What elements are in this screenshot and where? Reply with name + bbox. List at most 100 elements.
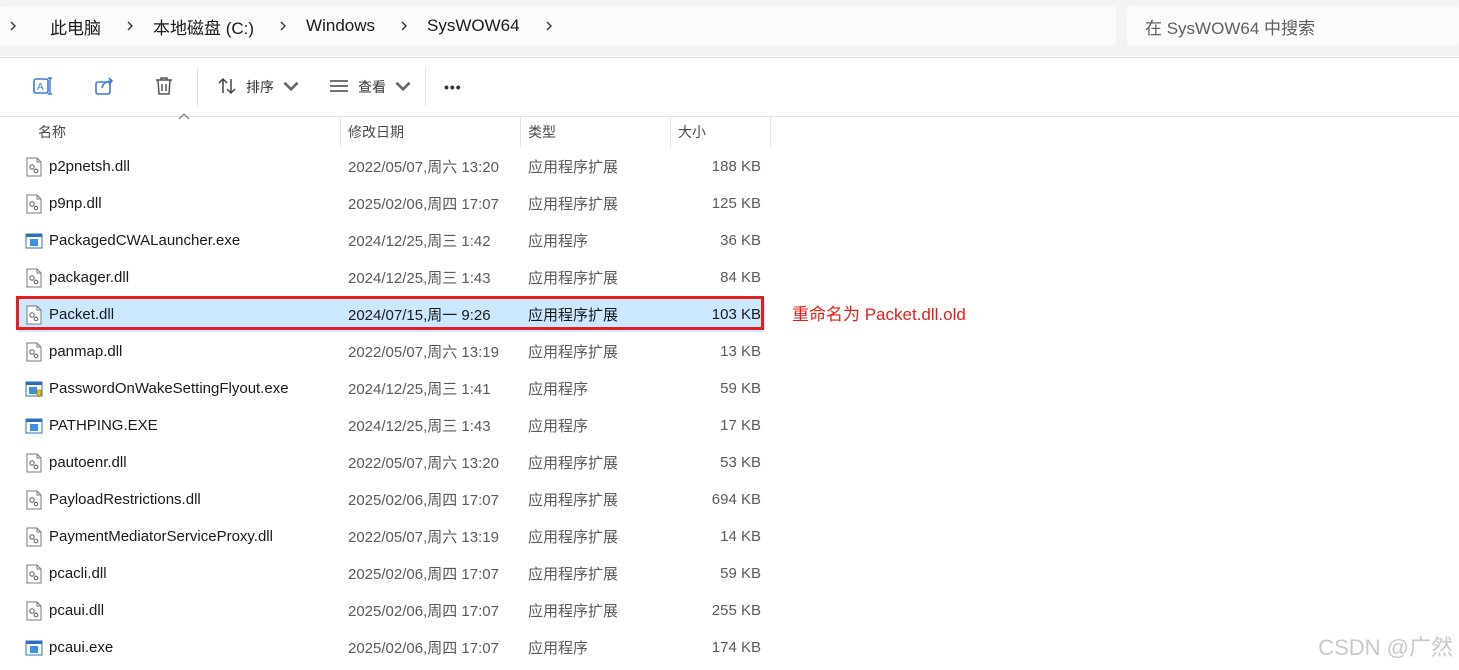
- file-name: pcaui.exe: [49, 639, 114, 656]
- file-size: 84 KB: [720, 269, 761, 286]
- exe-file-icon: [23, 223, 45, 258]
- file-size: 59 KB: [720, 380, 761, 397]
- dll-file-icon: [23, 149, 45, 184]
- file-type: 应用程序扩展: [528, 566, 619, 583]
- dll-file-icon: [23, 445, 45, 480]
- file-name: PaymentMediatorServiceProxy.dll: [49, 528, 273, 545]
- file-date: 2025/02/06,周四 17:07: [348, 492, 499, 509]
- file-size: 14 KB: [720, 528, 761, 545]
- file-name: PayloadRestrictions.dll: [49, 491, 201, 508]
- column-header-date[interactable]: 修改日期: [341, 116, 521, 148]
- view-label: 查看: [358, 79, 386, 95]
- file-row[interactable]: PayloadRestrictions.dll 2025/02/06,周四 17:…: [18, 482, 765, 517]
- file-size: 694 KB: [711, 491, 761, 508]
- file-size: 59 KB: [720, 565, 761, 582]
- file-size: 125 KB: [711, 195, 761, 212]
- file-name: PATHPING.EXE: [49, 417, 158, 434]
- file-date: 2024/12/25,周三 1:43: [348, 270, 491, 287]
- file-date: 2025/02/06,周四 17:07: [348, 196, 499, 213]
- breadcrumb-this-pc[interactable]: 此电脑: [40, 14, 117, 39]
- file-type: 应用程序扩展: [528, 455, 619, 472]
- file-type: 应用程序: [528, 418, 589, 435]
- file-size: 17 KB: [720, 417, 761, 434]
- highlight-box: [16, 296, 764, 330]
- more-ellipsis-icon: •••: [444, 79, 462, 95]
- delete-button[interactable]: [153, 71, 175, 103]
- sort-button[interactable]: 排序: [216, 71, 302, 103]
- file-row[interactable]: panmap.dll 2022/05/07,周六 13:19 应用程序扩展 13 KB: [18, 334, 765, 369]
- file-size: 13 KB: [720, 343, 761, 360]
- exe-file-icon: [23, 630, 45, 665]
- annotation-text: 重命名为 Packet.dll.old: [792, 305, 966, 324]
- file-type: 应用程序扩展: [528, 159, 619, 176]
- file-date: 2024/12/25,周三 1:41: [348, 381, 491, 398]
- file-row[interactable]: PATHPING.EXE 2024/12/25,周三 1:43 应用程序 17 KB: [18, 408, 765, 443]
- file-date: 2025/02/06,周四 17:07: [348, 566, 499, 583]
- file-size: 255 KB: [711, 602, 761, 619]
- rename-button[interactable]: A: [32, 71, 54, 103]
- file-date: 2024/12/25,周三 1:42: [348, 233, 491, 250]
- svg-text:A: A: [37, 82, 44, 93]
- dll-file-icon: [23, 482, 45, 517]
- file-date: 2022/05/07,周六 13:19: [348, 344, 499, 361]
- file-row[interactable]: p9np.dll 2025/02/06,周四 17:07 应用程序扩展 125 KB: [18, 186, 765, 221]
- file-row[interactable]: PaymentMediatorServiceProxy.dll 2022/05/0…: [18, 519, 765, 554]
- toolbar-divider: [197, 68, 198, 106]
- dll-file-icon: [23, 519, 45, 554]
- file-type: 应用程序扩展: [528, 344, 619, 361]
- file-row[interactable]: pautoenr.dll 2022/05/07,周六 13:20 应用程序扩展 53 …: [18, 445, 765, 480]
- file-type: 应用程序扩展: [528, 492, 619, 509]
- file-name: pautoenr.dll: [49, 454, 127, 471]
- view-button[interactable]: 查看: [328, 71, 414, 103]
- file-row[interactable]: pcaui.dll 2025/02/06,周四 17:07 应用程序扩展 255 KB: [18, 593, 765, 628]
- sort-label: 排序: [246, 79, 274, 95]
- more-options-button[interactable]: •••: [444, 71, 462, 103]
- file-name: packager.dll: [49, 269, 130, 286]
- file-type: 应用程序: [528, 233, 589, 250]
- file-date: 2025/02/06,周四 17:07: [348, 603, 499, 620]
- dll-file-icon: [23, 334, 45, 369]
- exe-file-icon: [23, 408, 45, 443]
- file-name: p2pnetsh.dll: [49, 158, 130, 175]
- chevron-right-icon[interactable]: [117, 20, 143, 32]
- share-icon: [93, 75, 115, 100]
- chevron-right-icon[interactable]: [536, 20, 562, 32]
- dll-file-icon: [23, 260, 45, 295]
- file-row[interactable]: packager.dll 2024/12/25,周三 1:43 应用程序扩展 84 K…: [18, 260, 765, 295]
- file-date: 2022/05/07,周六 13:19: [348, 529, 499, 546]
- chevron-right-icon[interactable]: [391, 20, 417, 32]
- breadcrumb-syswow64[interactable]: SysWOW64: [417, 16, 536, 36]
- file-row[interactable]: p2pnetsh.dll 2022/05/07,周六 13:20 应用程序扩展 188…: [18, 149, 765, 184]
- file-name: pcaui.dll: [49, 602, 105, 619]
- column-header-type[interactable]: 类型: [521, 116, 671, 148]
- column-header-size[interactable]: 大小: [671, 116, 771, 148]
- file-row[interactable]: pcaui.exe 2025/02/06,周四 17:07 应用程序 174 KB: [18, 630, 765, 665]
- search-input[interactable]: 在 SysWOW64 中搜索: [1127, 6, 1459, 46]
- exe-shield-file-icon: [23, 371, 45, 406]
- breadcrumb-local-disk[interactable]: 本地磁盘 (C:): [143, 14, 270, 39]
- file-type: 应用程序扩展: [528, 196, 619, 213]
- breadcrumb-windows[interactable]: Windows: [296, 16, 391, 36]
- chevron-right-icon[interactable]: [0, 20, 26, 32]
- share-button[interactable]: [93, 71, 115, 103]
- file-type: 应用程序扩展: [528, 603, 619, 620]
- file-name: pcacli.dll: [49, 565, 107, 582]
- file-name: PasswordOnWakeSettingFlyout.exe: [49, 380, 289, 397]
- trash-icon: [153, 75, 175, 100]
- file-row[interactable]: pcacli.dll 2025/02/06,周四 17:07 应用程序扩展 59 KB: [18, 556, 765, 591]
- toolbar-divider: [425, 68, 426, 106]
- dll-file-icon: [23, 556, 45, 591]
- file-name: p9np.dll: [49, 195, 102, 212]
- watermark: CSDN @广然: [1318, 635, 1453, 660]
- file-row[interactable]: PackagedCWALauncher.exe 2024/12/25,周三 1:4…: [18, 223, 765, 258]
- column-header-name[interactable]: 名称: [18, 116, 341, 148]
- file-row[interactable]: PasswordOnWakeSettingFlyout.exe 2024/12/2…: [18, 371, 765, 406]
- address-bar[interactable]: 此电脑 本地磁盘 (C:) Windows SysWOW64: [0, 6, 1116, 46]
- chevron-right-icon[interactable]: [270, 20, 296, 32]
- view-list-icon: [328, 75, 350, 100]
- dll-file-icon: [23, 186, 45, 221]
- file-date: 2024/12/25,周三 1:43: [348, 418, 491, 435]
- sort-arrows-icon: [216, 75, 238, 100]
- file-name: PackagedCWALauncher.exe: [49, 232, 241, 249]
- file-type: 应用程序扩展: [528, 529, 619, 546]
